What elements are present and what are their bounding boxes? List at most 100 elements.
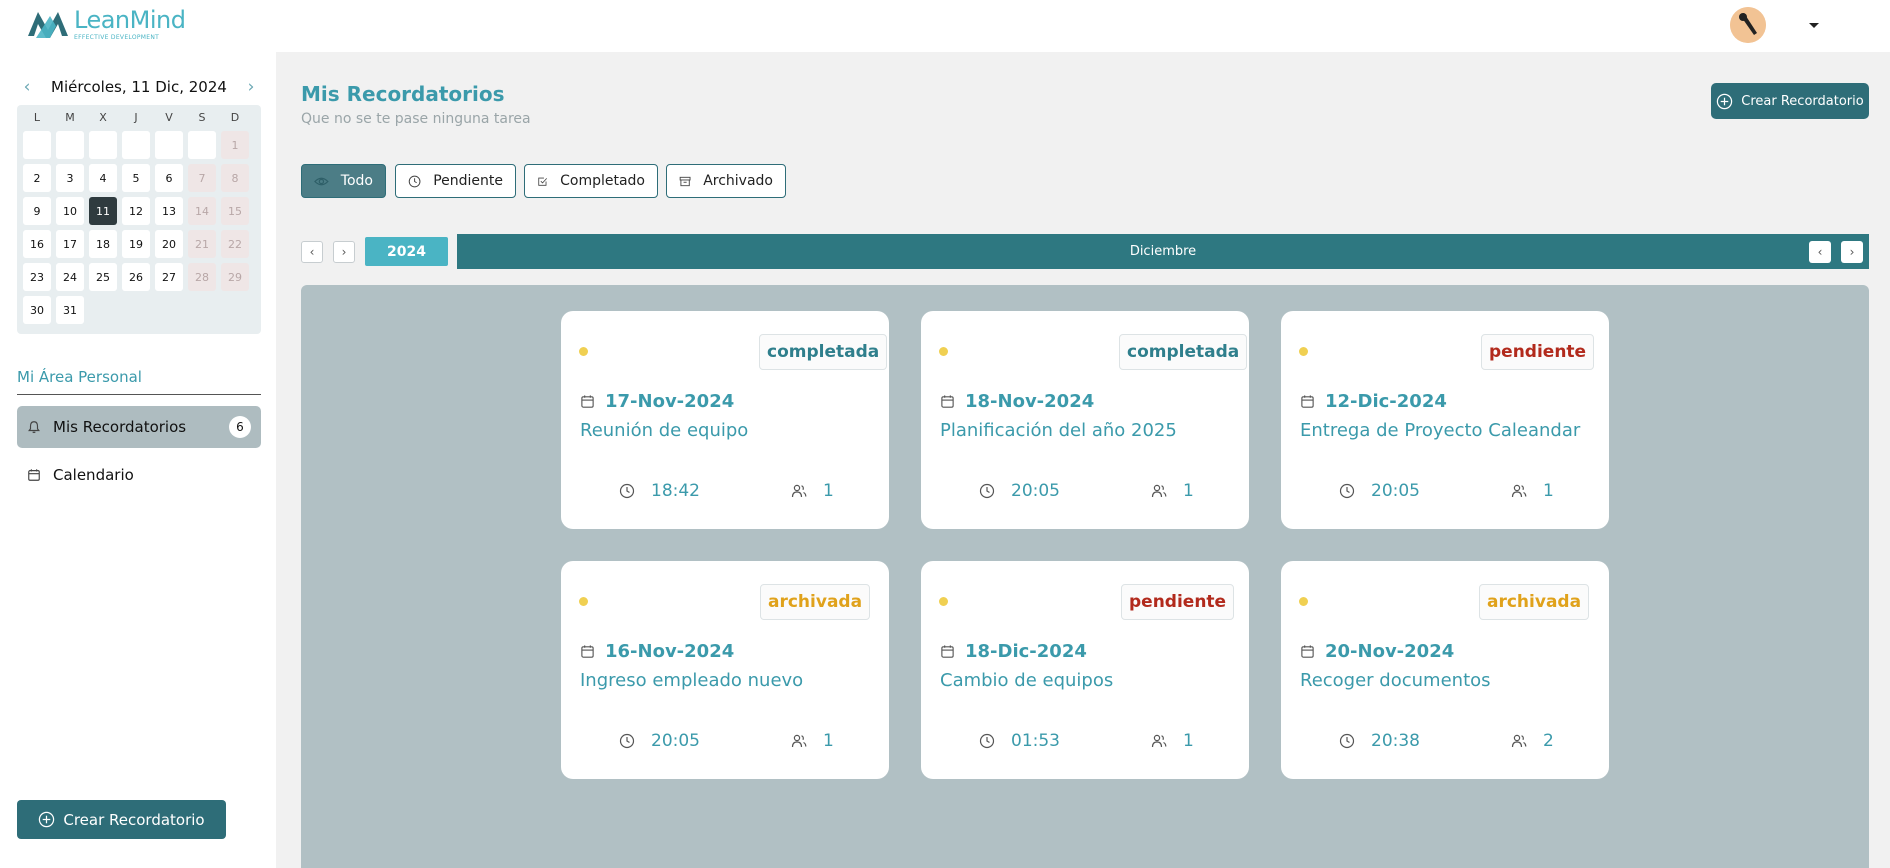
reminder-date: 17-Nov-2024 <box>580 391 734 412</box>
reminder-card[interactable]: pendiente 18-Dic-2024 Cambio de equipos 01:… <box>921 561 1249 779</box>
users-icon <box>791 734 807 748</box>
calendar-day[interactable]: 3 <box>56 164 84 192</box>
page-subtitle: Que no se te pase ninguna tarea <box>301 111 531 127</box>
clock-icon <box>979 483 995 499</box>
calendar-day[interactable]: 12 <box>122 197 150 225</box>
calendar-day[interactable]: 13 <box>155 197 183 225</box>
calendar-day[interactable]: 11 <box>89 197 117 225</box>
filter-archivado[interactable]: Archivado <box>666 164 786 198</box>
reminder-time: 20:05 <box>619 731 700 751</box>
calendar-day[interactable]: 10 <box>56 197 84 225</box>
calendar-day[interactable]: 28 <box>188 263 216 291</box>
logo-mark-icon <box>28 12 68 38</box>
reminder-title: Cambio de equipos <box>940 670 1114 691</box>
page-title: Mis Recordatorios <box>301 82 505 106</box>
calendar-day[interactable]: 9 <box>23 197 51 225</box>
calendar-day[interactable]: 25 <box>89 263 117 291</box>
reminder-title: Entrega de Proyecto Caleandar <box>1300 420 1581 441</box>
calendar-day[interactable]: 23 <box>23 263 51 291</box>
calendar-day[interactable]: 7 <box>188 164 216 192</box>
user-menu-caret-icon[interactable] <box>1809 23 1819 28</box>
reminder-card[interactable]: pendiente 12-Dic-2024 Entrega de Proyecto … <box>1281 311 1609 529</box>
calendar-icon <box>1301 645 1314 658</box>
reminder-time: 01:53 <box>979 731 1060 751</box>
calendar-day[interactable]: 5 <box>122 164 150 192</box>
calendar-day[interactable]: 16 <box>23 230 51 258</box>
reminder-people: 1 <box>1151 481 1194 501</box>
reminder-time-text: 20:38 <box>1371 731 1420 751</box>
create-reminder-button[interactable]: Crear Recordatorio <box>1711 83 1869 119</box>
calendar-day[interactable]: 30 <box>23 296 51 324</box>
calendar-icon <box>28 469 40 481</box>
calendar-icon <box>941 395 954 408</box>
filter-pendiente[interactable]: Pendiente <box>395 164 516 198</box>
eye-icon <box>314 177 329 185</box>
main-content: Mis Recordatorios Que no se te pase ning… <box>276 52 1890 868</box>
status-badge: pendiente <box>1121 584 1235 620</box>
calendar-day[interactable]: 8 <box>221 164 249 192</box>
year-chip[interactable]: 2024 <box>365 237 448 266</box>
reminder-card[interactable]: archivada 20-Nov-2024 Recoger documentos 20… <box>1281 561 1609 779</box>
clock-icon <box>1339 733 1355 749</box>
month-prev-button[interactable]: ‹ <box>1809 241 1831 263</box>
priority-dot <box>579 597 588 606</box>
calendar-day[interactable]: 4 <box>89 164 117 192</box>
calendar-day[interactable]: 20 <box>155 230 183 258</box>
calendar-day[interactable]: 17 <box>56 230 84 258</box>
reminder-date-text: 12-Dic-2024 <box>1325 391 1447 412</box>
reminder-date: 20-Nov-2024 <box>1300 641 1454 662</box>
archive-icon <box>679 176 691 186</box>
sidebar-item-mis-recordatorios[interactable]: Mis Recordatorios 6 <box>17 406 261 448</box>
chevron-right-icon[interactable]: › <box>241 77 261 97</box>
calendar-day[interactable]: 31 <box>56 296 84 324</box>
month-bar: Diciembre ‹ › <box>457 234 1869 269</box>
weekday-header: J <box>134 111 138 124</box>
avatar[interactable] <box>1730 7 1766 43</box>
filter-todo[interactable]: Todo <box>301 164 386 198</box>
year-next-button[interactable]: › <box>333 241 355 263</box>
reminder-time-text: 20:05 <box>651 731 700 751</box>
calendar-day[interactable]: 19 <box>122 230 150 258</box>
calendar-day[interactable]: 6 <box>155 164 183 192</box>
reminder-title: Reunión de equipo <box>580 420 749 441</box>
month-next-button[interactable]: › <box>1841 241 1863 263</box>
calendar-icon <box>941 645 954 658</box>
reminder-title: Ingreso empleado nuevo <box>580 670 804 691</box>
reminder-date-text: 17-Nov-2024 <box>605 391 735 412</box>
reminder-card[interactable]: archivada 16-Nov-2024 Ingreso empleado nue… <box>561 561 889 779</box>
sidebar-item-calendario[interactable]: Calendario <box>17 454 261 496</box>
calendar-day[interactable]: 15 <box>221 197 249 225</box>
year-prev-button[interactable]: ‹ <box>301 241 323 263</box>
calendar-day[interactable]: 26 <box>122 263 150 291</box>
calendar-day[interactable]: 22 <box>221 230 249 258</box>
reminder-time: 20:05 <box>979 481 1060 501</box>
calendar-day[interactable]: 21 <box>188 230 216 258</box>
reminder-people-count: 1 <box>823 481 834 501</box>
sidebar-create-reminder-button[interactable]: Crear Recordatorio <box>17 800 226 839</box>
calendar-day[interactable]: 27 <box>155 263 183 291</box>
calendar-empty-cell <box>23 131 51 159</box>
filter-completado[interactable]: Completado <box>524 164 658 198</box>
reminder-people-count: 2 <box>1543 731 1554 751</box>
filter-label: Pendiente <box>433 173 503 189</box>
status-badge: completada <box>759 334 888 370</box>
reminder-card[interactable]: completada 17-Nov-2024 Reunión de equipo 18… <box>561 311 889 529</box>
calendar-day[interactable]: 14 <box>188 197 216 225</box>
create-reminder-label: Crear Recordatorio <box>1741 93 1864 109</box>
weekday-header: V <box>165 111 173 124</box>
reminder-people-count: 1 <box>1183 481 1194 501</box>
calendar-empty-cell <box>155 131 183 159</box>
calendar-day[interactable]: 29 <box>221 263 249 291</box>
reminder-card[interactable]: completada 18-Nov-2024 Planificación del a… <box>921 311 1249 529</box>
priority-dot <box>1299 347 1308 356</box>
logo[interactable]: LeanMind EFFECTIVE DEVELOPMENT <box>26 6 186 46</box>
calendar-day[interactable]: 18 <box>89 230 117 258</box>
filter-label: Archivado <box>703 173 773 189</box>
calendar-day[interactable]: 2 <box>23 164 51 192</box>
sidebar: ‹ Miércoles, 11 Dic, 2024 › LMXJVSD12345… <box>0 52 276 868</box>
reminder-people-count: 1 <box>1543 481 1554 501</box>
clock-icon <box>619 483 635 499</box>
calendar-day[interactable]: 1 <box>221 131 249 159</box>
chevron-left-icon[interactable]: ‹ <box>17 77 37 97</box>
calendar-day[interactable]: 24 <box>56 263 84 291</box>
